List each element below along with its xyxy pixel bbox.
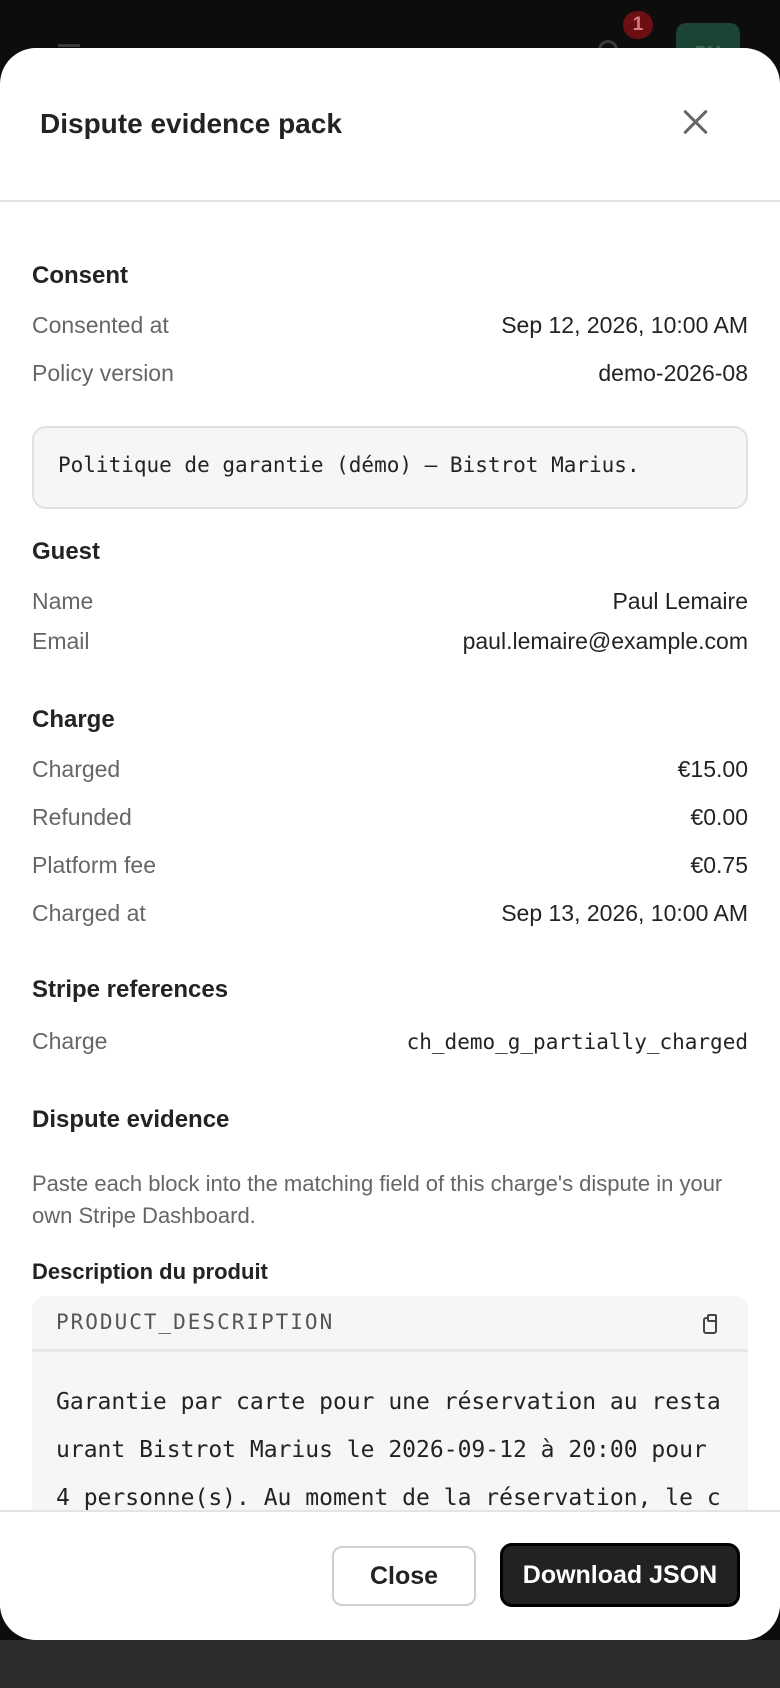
app-bar: 1 PM	[0, 0, 780, 63]
section-title-consent: Consent	[32, 262, 128, 289]
charged-value: €15.00	[677, 756, 748, 782]
notification-badge: 1	[623, 11, 653, 39]
refunded-value: €0.00	[690, 804, 748, 830]
stripe-charge-label: Charge	[32, 1028, 108, 1054]
platform-fee-value: €0.75	[690, 852, 748, 878]
refunded-label: Refunded	[32, 804, 132, 830]
modal-title: Dispute evidence pack	[40, 108, 342, 139]
close-button[interactable]: Close	[332, 1546, 476, 1606]
charged-at-value: Sep 13, 2026, 10:00 AM	[501, 900, 748, 926]
policy-text-box: Politique de garantie (démo) — Bistrot M…	[32, 426, 748, 509]
charged-label: Charged	[32, 756, 121, 782]
guest-email-label: Email	[32, 628, 90, 654]
policy-version-value: demo-2026-08	[598, 360, 748, 386]
dispute-evidence-helper: Paste each block into the matching field…	[32, 1171, 723, 1228]
menu-icon[interactable]	[58, 44, 80, 47]
policy-version-label: Policy version	[32, 360, 174, 386]
consented-at-value: Sep 12, 2026, 10:00 AM	[501, 312, 748, 338]
section-title-stripe-references: Stripe references	[32, 976, 229, 1003]
section-title-dispute-evidence: Dispute evidence	[32, 1106, 230, 1133]
modal-footer: Close Download JSON	[0, 1510, 780, 1640]
charged-at-label: Charged at	[32, 900, 146, 926]
stripe-charge-id: ch_demo_g_partially_charged	[406, 1030, 748, 1054]
guest-name-value: Paul Lemaire	[612, 588, 748, 614]
platform-fee-label: Platform fee	[32, 852, 156, 878]
download-json-button[interactable]: Download JSON	[500, 1543, 740, 1607]
section-title-guest: Guest	[32, 538, 101, 565]
evidence-field-key: PRODUCT_DESCRIPTION	[56, 1310, 335, 1334]
modal-header: Dispute evidence pack	[0, 48, 780, 202]
close-icon[interactable]	[682, 108, 710, 136]
evidence-block-header: PRODUCT_DESCRIPTION	[32, 1296, 748, 1352]
guest-name-label: Name	[32, 588, 94, 614]
backdrop	[0, 1640, 780, 1688]
modal-body[interactable]: Consent Consented at Sep 12, 2026, 10:00…	[0, 204, 780, 1558]
consented-at-label: Consented at	[32, 312, 169, 338]
clipboard-icon[interactable]	[703, 1314, 717, 1334]
product-description-label: Description du produit	[32, 1259, 268, 1284]
section-title-charge: Charge	[32, 706, 115, 733]
guest-email-value: paul.lemaire@example.com	[462, 628, 748, 654]
dispute-evidence-modal: Dispute evidence pack Consent Consented …	[0, 48, 780, 1640]
